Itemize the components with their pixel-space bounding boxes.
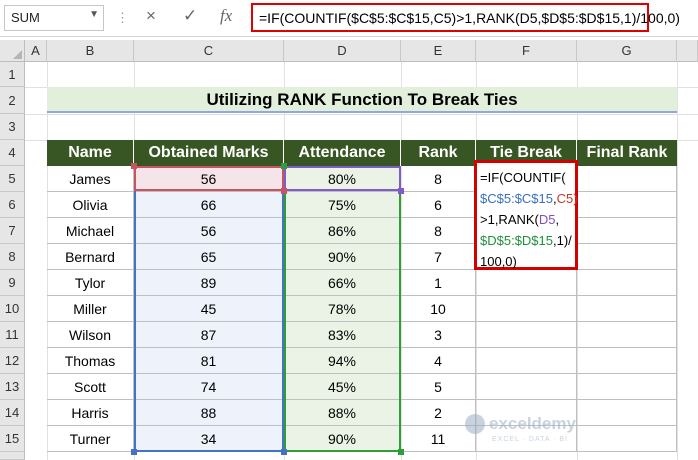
formula-bar: SUM ▼ ⋮ × ✓ fx =IF(COUNTIF($C$5:$C$15,C5…	[0, 0, 698, 37]
cell-final-rank[interactable]	[577, 244, 677, 270]
column-header-d[interactable]: D	[284, 40, 401, 62]
column-header-c[interactable]: C	[134, 40, 284, 62]
active-cell-f5[interactable]: =IF(COUNTIF( $C$5:$C$15,C5) >1,RANK(D5, …	[474, 160, 578, 270]
cell-rank[interactable]: 8	[401, 218, 476, 244]
cell-rank[interactable]: 6	[401, 192, 476, 218]
row-header-5[interactable]: 5	[0, 166, 25, 192]
row-header-6[interactable]: 6	[0, 192, 25, 218]
chevron-down-icon[interactable]: ▼	[89, 9, 99, 20]
range-highlight-c5-c15	[134, 166, 284, 452]
cell-final-rank[interactable]	[577, 296, 677, 322]
column-header-f[interactable]: F	[476, 40, 577, 62]
exceldemy-logo-icon	[465, 414, 485, 434]
row-header-9[interactable]: 9	[0, 270, 25, 296]
column-header-a[interactable]: A	[25, 40, 47, 62]
cell-final-rank[interactable]	[577, 322, 677, 348]
row-header-11[interactable]: 11	[0, 322, 25, 348]
cell-tie-break[interactable]	[476, 374, 577, 400]
cell-final-rank[interactable]	[577, 218, 677, 244]
row-header-3[interactable]: 3	[0, 114, 25, 140]
cell-tie-break[interactable]	[476, 296, 577, 322]
header-rank[interactable]: Rank	[401, 140, 476, 166]
range-handle[interactable]	[281, 188, 287, 194]
range-handle[interactable]	[281, 449, 287, 455]
range-handle[interactable]	[398, 188, 404, 194]
cell-name[interactable]: Olivia	[47, 192, 134, 218]
header-obtained-marks[interactable]: Obtained Marks	[134, 140, 284, 166]
formula-line: $C$5:$C$15,C5)	[480, 191, 578, 206]
cell-final-rank[interactable]	[577, 374, 677, 400]
cell-final-rank[interactable]	[577, 270, 677, 296]
cell-name[interactable]: Thomas	[47, 348, 134, 374]
cell-final-rank[interactable]	[577, 348, 677, 374]
cell-name[interactable]: Wilson	[47, 322, 134, 348]
formula-line: $D$5:$D$15,1)/	[480, 233, 572, 248]
gridline	[677, 62, 678, 460]
range-handle[interactable]	[131, 449, 137, 455]
cell-rank[interactable]: 7	[401, 244, 476, 270]
row-header-8[interactable]: 8	[0, 244, 25, 270]
cell-rank[interactable]: 10	[401, 296, 476, 322]
watermark: exceldemy EXCEL · DATA · BI	[465, 408, 605, 452]
cell-tie-break[interactable]	[476, 348, 577, 374]
cell-tie-break[interactable]	[476, 322, 577, 348]
more-icon: ⋮	[116, 10, 129, 25]
cell-name[interactable]: Michael	[47, 218, 134, 244]
column-header-h[interactable]	[677, 40, 698, 62]
row-header-13[interactable]: 13	[0, 374, 25, 400]
cell-tie-break[interactable]	[476, 270, 577, 296]
row-header-16[interactable]	[0, 452, 25, 460]
formula-line: =IF(COUNTIF(	[480, 170, 566, 185]
name-box[interactable]: SUM ▼	[4, 5, 104, 31]
formula-input[interactable]: =IF(COUNTIF($C$5:$C$15,C5)>1,RANK(D5,$D$…	[251, 3, 680, 32]
row-header-15[interactable]: 15	[0, 426, 25, 452]
watermark-name: exceldemy	[489, 414, 576, 433]
cell-rank[interactable]: 4	[401, 348, 476, 374]
column-header-g[interactable]: G	[577, 40, 677, 62]
gridline	[25, 114, 698, 115]
range-highlight-d5-d15	[284, 166, 401, 452]
header-name[interactable]: Name	[47, 140, 134, 166]
cell-name[interactable]: Scott	[47, 374, 134, 400]
range-handle[interactable]	[131, 163, 137, 169]
cell-rank[interactable]: 5	[401, 374, 476, 400]
cell-name[interactable]: Harris	[47, 400, 134, 426]
select-all-triangle-icon	[13, 50, 22, 59]
cell-name[interactable]: Turner	[47, 426, 134, 452]
enter-icon[interactable]: ✓	[183, 6, 197, 26]
name-box-value: SUM	[11, 10, 40, 25]
cell-name[interactable]: Tylor	[47, 270, 134, 296]
cell-final-rank[interactable]	[577, 166, 677, 192]
column-header-b[interactable]: B	[47, 40, 134, 62]
header-attendance[interactable]: Attendance	[284, 140, 401, 166]
cell-final-rank[interactable]	[577, 192, 677, 218]
formula-line: 100,0)	[480, 254, 517, 269]
column-header-e[interactable]: E	[401, 40, 476, 62]
watermark-tagline: EXCEL · DATA · BI	[492, 436, 568, 443]
cell-rank[interactable]: 8	[401, 166, 476, 192]
row-header-10[interactable]: 10	[0, 296, 25, 322]
cell-rank[interactable]: 1	[401, 270, 476, 296]
sheet-title[interactable]: Utilizing RANK Function To Break Ties	[47, 87, 677, 113]
header-final-rank[interactable]: Final Rank	[577, 140, 677, 166]
row-header-12[interactable]: 12	[0, 348, 25, 374]
formula-line: >1,RANK(D5,	[480, 212, 560, 227]
cell-name[interactable]: James	[47, 166, 134, 192]
row-header-1[interactable]: 1	[0, 62, 25, 87]
cancel-icon[interactable]: ×	[146, 6, 156, 26]
range-highlight-d5	[284, 166, 401, 191]
row-header-4[interactable]: 4	[0, 140, 25, 166]
cell-rank[interactable]: 3	[401, 322, 476, 348]
cell-name[interactable]: Bernard	[47, 244, 134, 270]
range-handle[interactable]	[281, 163, 287, 169]
insert-function-icon[interactable]: fx	[220, 6, 232, 26]
cell-name[interactable]: Miller	[47, 296, 134, 322]
row-header-7[interactable]: 7	[0, 218, 25, 244]
row-header-14[interactable]: 14	[0, 400, 25, 426]
row-header-2[interactable]: 2	[0, 87, 25, 114]
range-highlight-c5	[134, 166, 284, 191]
range-handle[interactable]	[398, 449, 404, 455]
